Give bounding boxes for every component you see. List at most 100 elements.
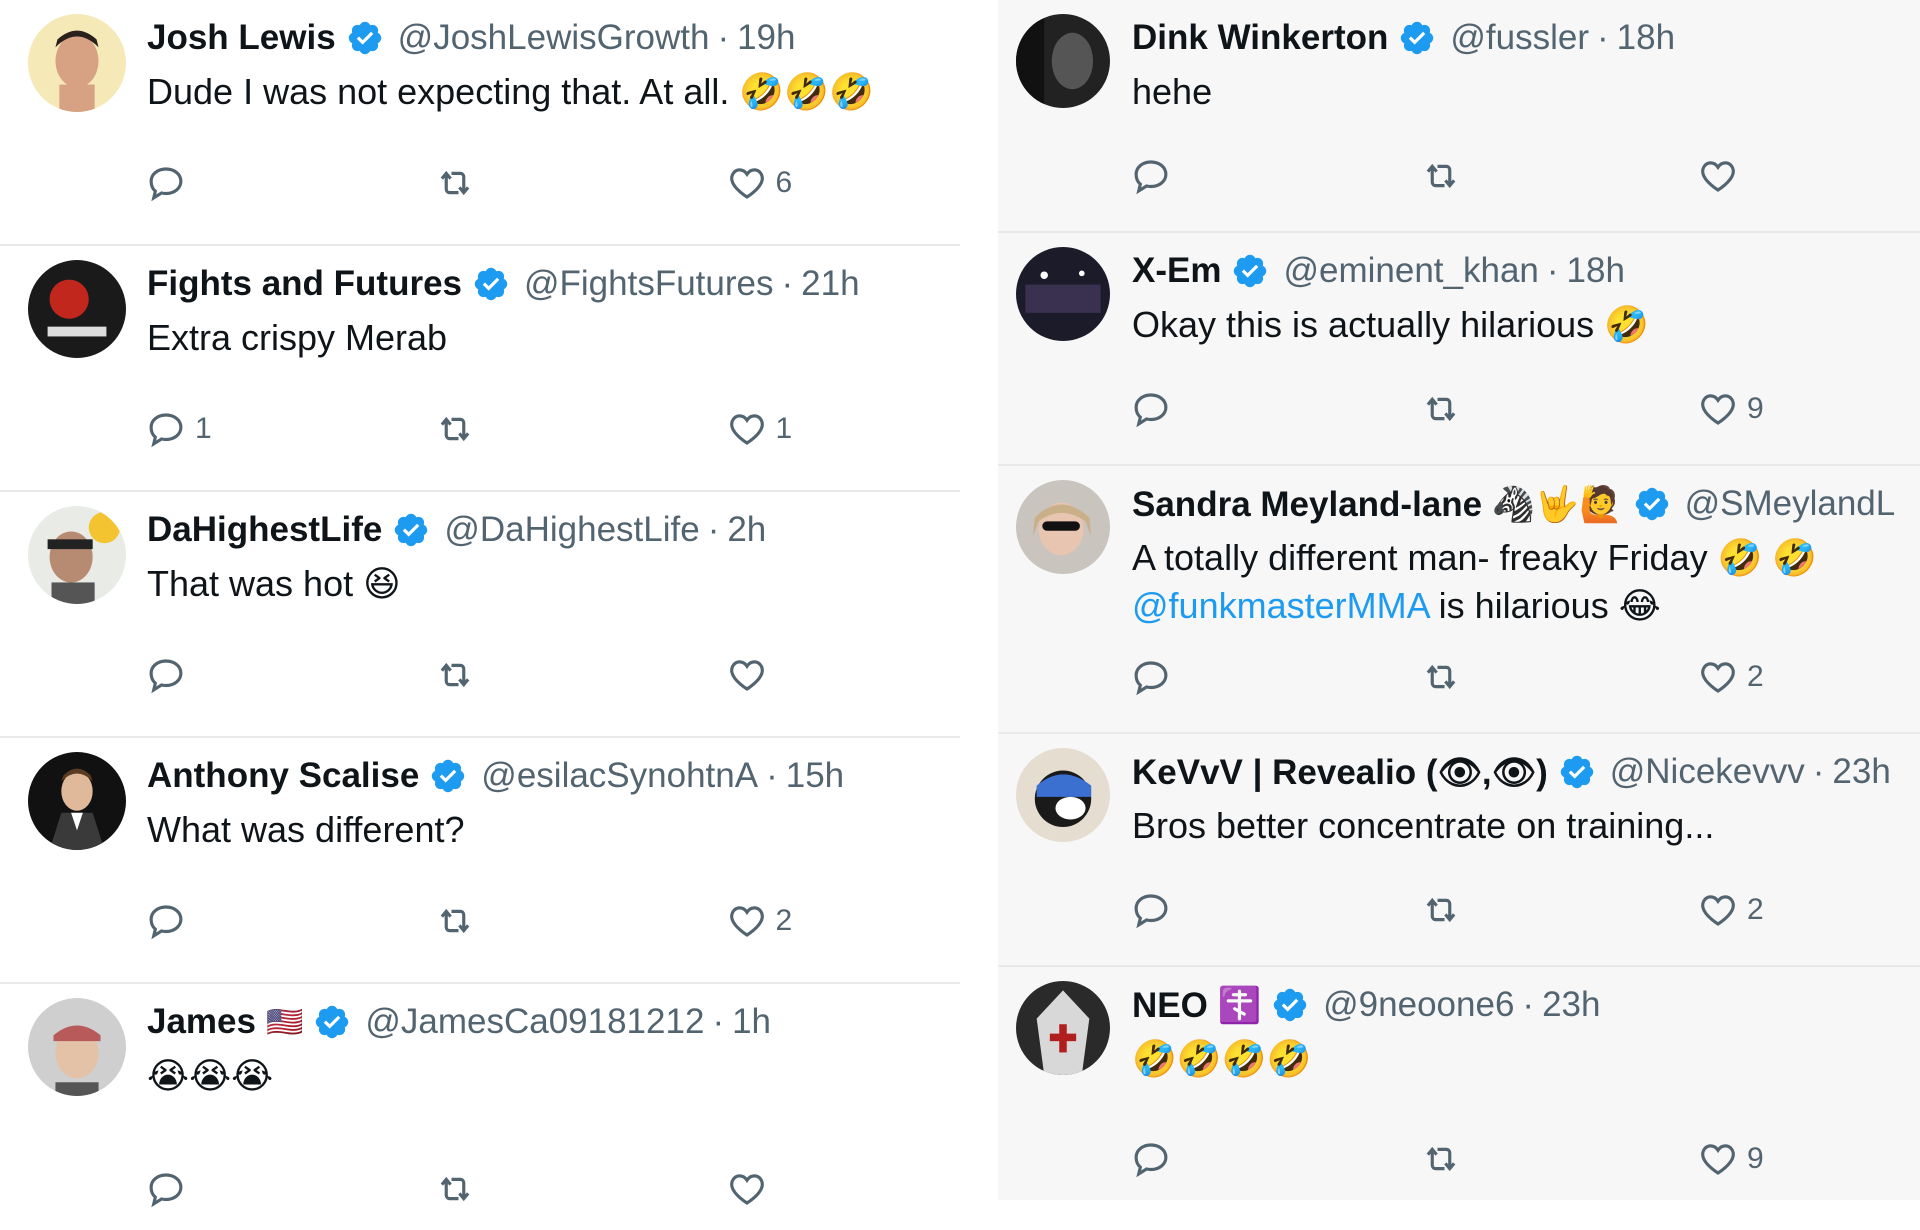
avatar[interactable] [28,14,126,112]
tweet-text: Extra crispy Merab [147,317,448,358]
retweet-icon [1426,897,1456,923]
like-button[interactable]: 6 [726,162,845,204]
like-button[interactable]: 9 [1697,388,1817,430]
retweet-button[interactable] [434,900,726,942]
avatar[interactable] [28,260,126,358]
action-bar: 2 [145,900,845,942]
like-button[interactable]: 2 [726,900,845,942]
display-name[interactable]: Anthony Scalise [147,756,419,796]
display-name[interactable]: DaHighestLife [147,510,382,550]
avatar[interactable] [1016,748,1110,842]
mention-link[interactable]: @funkmasterMMA [1132,585,1429,626]
display-name[interactable]: X-Em [1132,251,1221,291]
heart-icon [1701,895,1735,926]
reply-tweet[interactable]: James 🇺🇸 @JamesCa09181212 · 1h 😭😭😭 [0,984,960,1230]
user-handle[interactable]: @FightsFutures [524,264,774,304]
like-button[interactable]: 9 [1697,1138,1817,1180]
reply-tweet[interactable]: Josh Lewis @JoshLewisGrowth · 19h Dude I… [0,0,960,246]
reply-button[interactable] [1130,1138,1420,1180]
reply-tweet[interactable]: Anthony Scalise @esilacSynohtnA · 15h Wh… [0,738,960,984]
verified-badge-icon [395,513,428,547]
reply-button[interactable] [1130,889,1420,931]
retweet-button[interactable] [1420,889,1697,931]
user-handle[interactable]: @JoshLewisGrowth [398,18,710,58]
timestamp[interactable]: 23h [1832,752,1890,792]
display-name[interactable]: NEO ☦️ [1132,985,1261,1026]
timestamp[interactable]: 23h [1542,985,1600,1025]
reply-button[interactable] [145,900,434,942]
flag-emoji: 🇺🇸 [265,1005,304,1039]
avatar[interactable] [1016,480,1110,574]
retweet-icon [1426,1146,1456,1172]
avatar[interactable] [1016,14,1110,108]
retweet-button[interactable] [1420,656,1697,698]
action-bar [1130,155,1830,197]
timestamp[interactable]: 19h [737,18,795,58]
heart-icon [729,660,764,691]
timestamp[interactable]: 2h [727,510,766,550]
reply-tweet[interactable]: NEO ☦️ @9neoone6 · 23h 🤣🤣🤣🤣 9 [998,967,1920,1200]
reply-icon [1134,661,1168,696]
tweet-text: Dude I was not expecting that. At all. 🤣… [147,71,874,112]
avatar[interactable] [1016,981,1110,1075]
reply-tweet[interactable]: KeVvV | Revealio (👁,👁) @Nicekevvv · 23h … [998,734,1920,967]
display-name[interactable]: Dink Winkerton [1132,18,1388,58]
avatar[interactable] [1016,247,1110,341]
avatar[interactable] [28,506,126,604]
user-handle[interactable]: @Nicekevvv [1610,752,1805,792]
user-handle[interactable]: @esilacSynohtnA [481,756,758,796]
user-handle[interactable]: @SMeylandL [1685,484,1896,524]
display-name[interactable]: Sandra Meyland-lane 🦓🤟🙋 [1132,484,1623,525]
retweet-button[interactable] [1420,388,1697,430]
retweet-button[interactable] [1420,1138,1697,1180]
like-button[interactable]: 1 [726,408,845,450]
retweet-icon [440,170,470,196]
display-name[interactable]: James [147,1002,256,1042]
display-name[interactable]: Fights and Futures [147,264,462,304]
retweet-button[interactable] [1420,155,1697,197]
reply-button[interactable] [1130,656,1420,698]
reply-button[interactable] [145,162,434,204]
reply-button[interactable]: 1 [145,408,434,450]
action-bar: 1 1 [145,408,845,450]
retweet-icon [1426,163,1456,189]
retweet-button[interactable] [434,408,726,450]
retweet-button[interactable] [434,162,726,204]
reply-button[interactable] [145,654,434,696]
like-button[interactable] [726,654,845,696]
reply-tweet[interactable]: Fights and Futures @FightsFutures · 21h … [0,246,960,492]
like-button[interactable]: 2 [1697,656,1817,698]
user-handle[interactable]: @DaHighestLife [444,510,699,550]
reply-tweet[interactable]: DaHighestLife @DaHighestLife · 2h That w… [0,492,960,738]
reply-tweet[interactable]: Dink Winkerton @fussler · 18h hehe [998,0,1920,233]
avatar[interactable] [28,998,126,1096]
reply-tweet[interactable]: Sandra Meyland-lane 🦓🤟🙋 @SMeylandL A tot… [998,466,1920,734]
like-button[interactable] [1697,155,1817,197]
user-handle[interactable]: @9neoone6 [1323,985,1514,1025]
left-reply-column: Josh Lewis @JoshLewisGrowth · 19h Dude I… [0,0,960,1230]
timestamp[interactable]: 1h [732,1002,771,1042]
heart-icon [729,1174,764,1205]
like-button[interactable] [726,1168,845,1210]
timestamp[interactable]: 15h [786,756,844,796]
timestamp[interactable]: 21h [801,264,859,304]
avatar[interactable] [28,752,126,850]
retweet-button[interactable] [434,654,726,696]
display-name[interactable]: KeVvV | Revealio (👁,👁) [1132,752,1548,793]
retweet-button[interactable] [434,1168,726,1210]
reply-button[interactable] [145,1168,434,1210]
reply-button[interactable] [1130,388,1420,430]
like-button[interactable]: 2 [1697,889,1817,931]
user-handle[interactable]: @eminent_khan [1283,251,1538,291]
user-handle[interactable]: @fussler [1450,18,1589,58]
reply-tweet[interactable]: X-Em @eminent_khan · 18h Okay this is ac… [998,233,1920,466]
retweet-icon [1426,664,1456,690]
reply-button[interactable] [1130,155,1420,197]
display-name[interactable]: Josh Lewis [147,18,336,58]
user-handle[interactable]: @JamesCa09181212 [365,1002,704,1042]
timestamp[interactable]: 18h [1567,251,1625,291]
reply-icon [149,659,183,694]
reply-icon [1134,1143,1168,1178]
verified-badge-icon [474,267,508,301]
timestamp[interactable]: 18h [1617,18,1675,58]
